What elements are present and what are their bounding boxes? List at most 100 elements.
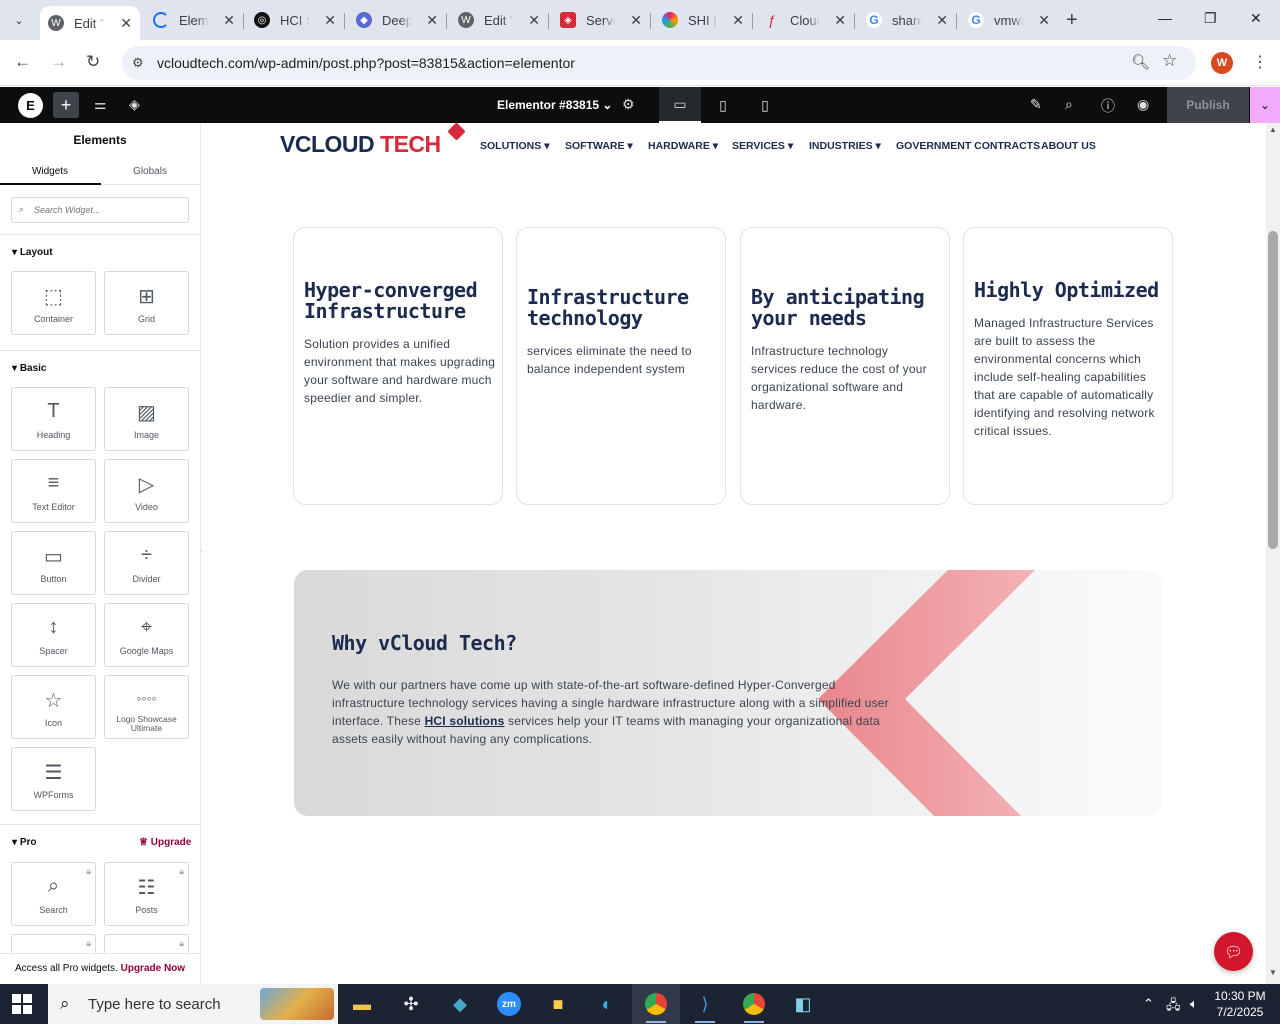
widget-google-maps[interactable]: ⌖ Google Maps — [104, 603, 189, 667]
close-window-icon[interactable]: ✕ — [1250, 10, 1262, 27]
widget-heading[interactable]: T Heading — [11, 387, 96, 451]
chat-bubble-icon[interactable]: 💬︎ — [1214, 932, 1253, 971]
scroll-thumb[interactable] — [1268, 231, 1278, 549]
close-tab-icon[interactable]: ✕ — [936, 12, 948, 29]
mobile-view-icon[interactable]: ▯ — [744, 87, 786, 123]
document-title[interactable]: Elementor #83815 ⌄ — [497, 98, 612, 112]
tab-search-button[interactable]: ⌄ — [6, 8, 32, 32]
nav-government-contracts[interactable]: GOVERNMENT CONTRACTS — [896, 140, 1040, 152]
bookmark-star-icon[interactable]: ☆ — [1162, 51, 1177, 71]
browser-tab[interactable]: ƒ Cloud ✕ — [756, 6, 854, 34]
feature-card[interactable]: Hyper-converged Infrastructure Solution … — [293, 227, 503, 505]
site-settings-icon[interactable]: ⚌ — [94, 96, 107, 113]
close-tab-icon[interactable]: ✕ — [120, 15, 132, 32]
nav-industries[interactable]: INDUSTRIES ▾ — [809, 140, 881, 152]
widget-grid[interactable]: ⊞ Grid — [104, 271, 189, 335]
elementor-logo-icon[interactable]: E — [18, 93, 43, 118]
browser-tab-active[interactable]: W Edit "[ ✕ — [40, 6, 140, 40]
widget-image[interactable]: ▨ Image — [104, 387, 189, 451]
close-tab-icon[interactable]: ✕ — [223, 12, 235, 29]
browser-tab[interactable]: W Edit "[ ✕ — [450, 6, 548, 34]
taskbar-search[interactable]: ⌕ Type here to search — [48, 984, 338, 1024]
feature-card[interactable]: By anticipating your needs Infrastructur… — [740, 227, 950, 505]
sticky-notes-icon[interactable]: ■ — [534, 984, 582, 1024]
widget-wpforms[interactable]: ☰ WPForms — [11, 747, 96, 811]
browser-tab[interactable]: ◎ HCI S ✕ — [246, 6, 344, 34]
close-tab-icon[interactable]: ✕ — [426, 12, 438, 29]
app-icon[interactable]: ◆ — [436, 984, 484, 1024]
desktop-view-icon[interactable]: ▭ — [659, 87, 701, 123]
nav-about-us[interactable]: ABOUT US — [1041, 140, 1096, 152]
network-icon[interactable]: 🖧︎ — [1166, 996, 1181, 1018]
app-icon[interactable]: ✣ — [387, 984, 435, 1024]
publish-button[interactable]: Publish — [1167, 87, 1249, 123]
browser-tab[interactable]: G share ✕ — [858, 6, 956, 34]
publish-options-chevron-icon[interactable]: ⌄ — [1250, 87, 1280, 123]
section-pro-header[interactable]: ▾ Pro — [12, 837, 36, 848]
widget-posts-pro[interactable]: 🔒︎ ☷ Posts — [104, 862, 189, 926]
vscode-icon[interactable]: ⟩ — [681, 984, 729, 1024]
page-settings-icon[interactable]: ⚙ — [622, 96, 635, 113]
close-tab-icon[interactable]: ✕ — [732, 12, 744, 29]
tab-widgets[interactable]: Widgets — [0, 166, 100, 177]
browser-tab[interactable]: ◈ Server ✕ — [552, 6, 650, 34]
widget-logo-showcase[interactable]: ◦◦◦◦ Logo Showcase Ultimate — [104, 675, 189, 739]
upgrade-now-link[interactable]: Upgrade Now — [121, 963, 185, 974]
nav-software[interactable]: SOFTWARE ▾ — [565, 140, 633, 152]
scroll-up-arrow-icon[interactable]: ▲ — [1269, 125, 1277, 134]
feature-card[interactable]: Infrastructure technology services elimi… — [516, 227, 726, 505]
address-bar[interactable]: ⚙ vcloudtech.com/wp-admin/post.php?post=… — [122, 46, 1196, 80]
chrome-icon[interactable] — [730, 984, 778, 1024]
widget-search[interactable]: ⌕ — [11, 197, 189, 223]
edge-icon[interactable]: ◐ — [583, 984, 631, 1024]
feature-card[interactable]: Highly Optimized Managed Infrastructure … — [963, 227, 1173, 505]
taskbar-clock[interactable]: 10:30 PM 7/2/2025 — [1205, 988, 1275, 1020]
app-icon[interactable]: ◧ — [779, 984, 827, 1024]
profile-avatar[interactable]: W — [1211, 52, 1233, 74]
restore-icon[interactable]: ❐ — [1204, 10, 1217, 27]
finder-search-icon[interactable]: ⌕ — [1065, 96, 1073, 113]
file-explorer-icon[interactable]: ▬ — [338, 984, 386, 1024]
tab-globals[interactable]: Globals — [100, 166, 200, 177]
tablet-view-icon[interactable]: ▯ — [702, 87, 744, 123]
browser-tab[interactable]: G vmwa ✕ — [960, 6, 1058, 34]
minimize-icon[interactable]: — — [1158, 10, 1172, 26]
widget-container[interactable]: ⬚ Container — [11, 271, 96, 335]
zoom-icon[interactable]: 🔍︎ — [1131, 53, 1150, 71]
canvas-scrollbar[interactable]: ▲ ▼ — [1266, 123, 1280, 984]
close-tab-icon[interactable]: ✕ — [528, 12, 540, 29]
widget-text-editor[interactable]: ≡ Text Editor — [11, 459, 96, 523]
zoom-app-icon[interactable]: zm — [485, 984, 533, 1024]
widget-spacer[interactable]: ↕ Spacer — [11, 603, 96, 667]
widget-divider[interactable]: ÷ Divider — [104, 531, 189, 595]
widget-search-pro[interactable]: 🔒︎ ⌕ Search — [11, 862, 96, 926]
structure-icon[interactable]: ◈ — [129, 96, 140, 113]
section-layout-header[interactable]: ▾ Layout — [12, 247, 53, 258]
close-tab-icon[interactable]: ✕ — [834, 12, 846, 29]
hci-solutions-link[interactable]: HCI solutions — [425, 714, 505, 728]
widget-button[interactable]: ▭ Button — [11, 531, 96, 595]
nav-solutions[interactable]: SOLUTIONS ▾ — [480, 140, 549, 152]
widget-icon[interactable]: ☆ Icon — [11, 675, 96, 739]
forward-icon[interactable]: → — [50, 52, 67, 72]
notes-icon[interactable]: ✎ — [1030, 96, 1042, 113]
nav-services[interactable]: SERVICES ▾ — [732, 140, 793, 152]
nav-hardware[interactable]: HARDWARE ▾ — [648, 140, 718, 152]
site-logo[interactable]: VCLOUD TECH — [280, 131, 441, 158]
widget-search-input[interactable] — [34, 202, 184, 218]
upgrade-link[interactable]: ♕ Upgrade — [139, 837, 191, 848]
widget-video[interactable]: ▷ Video — [104, 459, 189, 523]
close-tab-icon[interactable]: ✕ — [630, 12, 642, 29]
section-basic-header[interactable]: ▾ Basic — [12, 363, 47, 374]
scroll-down-arrow-icon[interactable]: ▼ — [1269, 968, 1277, 977]
close-tab-icon[interactable]: ✕ — [324, 12, 336, 29]
browser-menu-icon[interactable]: ⋮ — [1252, 52, 1268, 72]
reload-icon[interactable]: ↻ — [86, 52, 100, 72]
help-icon[interactable]: ⓘ — [1101, 96, 1115, 116]
windows-start-icon[interactable] — [12, 994, 32, 1014]
tray-overflow-icon[interactable]: ⌃ — [1143, 996, 1154, 1012]
chrome-icon[interactable] — [632, 984, 680, 1024]
volume-icon[interactable]: 🔈︎ — [1190, 996, 1198, 1012]
back-icon[interactable]: ← — [14, 52, 31, 72]
browser-tab[interactable]: ◆ DeepL ✕ — [348, 6, 446, 34]
